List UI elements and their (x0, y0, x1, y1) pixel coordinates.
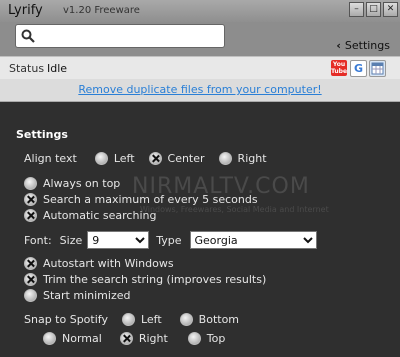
settings-panel: NIRMALTV.COM Windows, Freewares, Social … (0, 102, 400, 357)
font-size-label: Size (59, 233, 83, 247)
snap-bottom-option[interactable]: Bottom (179, 313, 240, 326)
lyrify-window: Lyrify v1.20 Freeware – □ ✕ ‹ Settings S… (0, 0, 400, 357)
align-right-radio[interactable] (218, 152, 232, 165)
align-left-radio[interactable] (94, 152, 108, 165)
snap-row-2: Normal Right Top (43, 332, 239, 345)
font-label: Font: (24, 233, 52, 247)
snap-right-option[interactable]: Right (119, 332, 168, 345)
google-icon[interactable]: G (350, 60, 367, 77)
snap-top-option[interactable]: Top (187, 332, 226, 345)
maximize-button[interactable]: □ (366, 2, 381, 17)
settings-title: Settings (16, 128, 68, 141)
snap-left-option[interactable]: Left (121, 313, 162, 326)
settings-toggle-button[interactable]: ‹ Settings (336, 39, 390, 52)
align-text-row: Align text Left Center Right (24, 152, 281, 165)
font-row: Font: Size 9 Type Georgia (24, 231, 317, 249)
trim-checkbox[interactable] (24, 273, 37, 286)
align-center-radio[interactable] (148, 152, 162, 165)
always-on-top-checkbox[interactable] (24, 177, 37, 190)
align-text-label: Align text (24, 152, 77, 165)
watermark-tagline: Windows, Freewares, Social Media and Int… (140, 205, 329, 214)
always-on-top-option[interactable]: Always on top (24, 177, 120, 190)
snap-top-label: Top (206, 332, 226, 345)
close-button[interactable]: ✕ (383, 2, 398, 17)
minimize-icon: – (354, 4, 359, 14)
snap-top-radio[interactable] (187, 332, 201, 345)
status-value: Idle (47, 62, 68, 75)
search-max-option[interactable]: Search a maximum of every 5 seconds (24, 193, 258, 206)
snap-row-1: Snap to Spotify Left Bottom (24, 313, 253, 326)
align-left-option[interactable]: Left (94, 152, 135, 165)
window-controls: – □ ✕ (349, 2, 398, 17)
snap-normal-option[interactable]: Normal (43, 332, 102, 345)
snap-bottom-label: Bottom (198, 313, 240, 326)
autostart-option[interactable]: Autostart with Windows (24, 257, 174, 270)
status-label: Status (9, 62, 45, 75)
auto-search-label: Automatic searching (43, 209, 157, 222)
search-max-label: Search a maximum of every 5 seconds (43, 193, 258, 206)
snap-normal-label: Normal (62, 332, 102, 345)
app-version: v1.20 Freeware (63, 5, 140, 16)
align-right-option[interactable]: Right (218, 152, 267, 165)
search-area: ‹ Settings (0, 22, 400, 56)
search-icon (21, 29, 35, 43)
maximize-icon: □ (369, 4, 378, 14)
auto-search-checkbox[interactable] (24, 209, 37, 222)
ad-link[interactable]: Remove duplicate files from your compute… (0, 83, 400, 96)
align-left-label: Left (113, 152, 135, 165)
minimize-button[interactable]: – (349, 2, 364, 17)
autostart-label: Autostart with Windows (43, 257, 174, 270)
start-minimized-checkbox[interactable] (24, 289, 37, 302)
calendar-icon[interactable] (369, 60, 386, 77)
start-minimized-option[interactable]: Start minimized (24, 289, 130, 302)
align-center-option[interactable]: Center (148, 152, 205, 165)
snap-bottom-radio[interactable] (179, 313, 193, 326)
trim-label: Trim the search string (improves results… (43, 273, 267, 286)
close-icon: ✕ (386, 4, 395, 14)
title-bar[interactable]: Lyrify v1.20 Freeware – □ ✕ (0, 0, 400, 22)
align-right-label: Right (237, 152, 267, 165)
chevron-left-icon: ‹ (336, 39, 341, 52)
snap-left-radio[interactable] (121, 313, 135, 326)
snap-right-radio[interactable] (119, 332, 133, 345)
search-input[interactable] (15, 24, 225, 48)
align-center-label: Center (167, 152, 205, 165)
font-type-select[interactable]: Georgia (189, 231, 317, 249)
snap-right-label: Right (138, 332, 168, 345)
font-size-select[interactable]: 9 (87, 231, 150, 249)
snap-left-label: Left (140, 313, 162, 326)
snap-label: Snap to Spotify (24, 313, 108, 326)
font-type-label: Type (156, 233, 182, 247)
trim-option[interactable]: Trim the search string (improves results… (24, 273, 266, 286)
auto-search-option[interactable]: Automatic searching (24, 209, 156, 222)
ad-bar: Remove duplicate files from your compute… (0, 79, 400, 102)
settings-toggle-label: Settings (344, 39, 390, 52)
search-max-checkbox[interactable] (24, 193, 37, 206)
start-minimized-label: Start minimized (43, 289, 131, 302)
youtube-icon[interactable]: You Tube (331, 60, 347, 76)
always-on-top-label: Always on top (43, 177, 121, 190)
autostart-checkbox[interactable] (24, 257, 37, 270)
status-bar: Status Idle You Tube G (0, 56, 400, 80)
app-title: Lyrify (8, 3, 43, 18)
snap-normal-radio[interactable] (43, 332, 56, 345)
